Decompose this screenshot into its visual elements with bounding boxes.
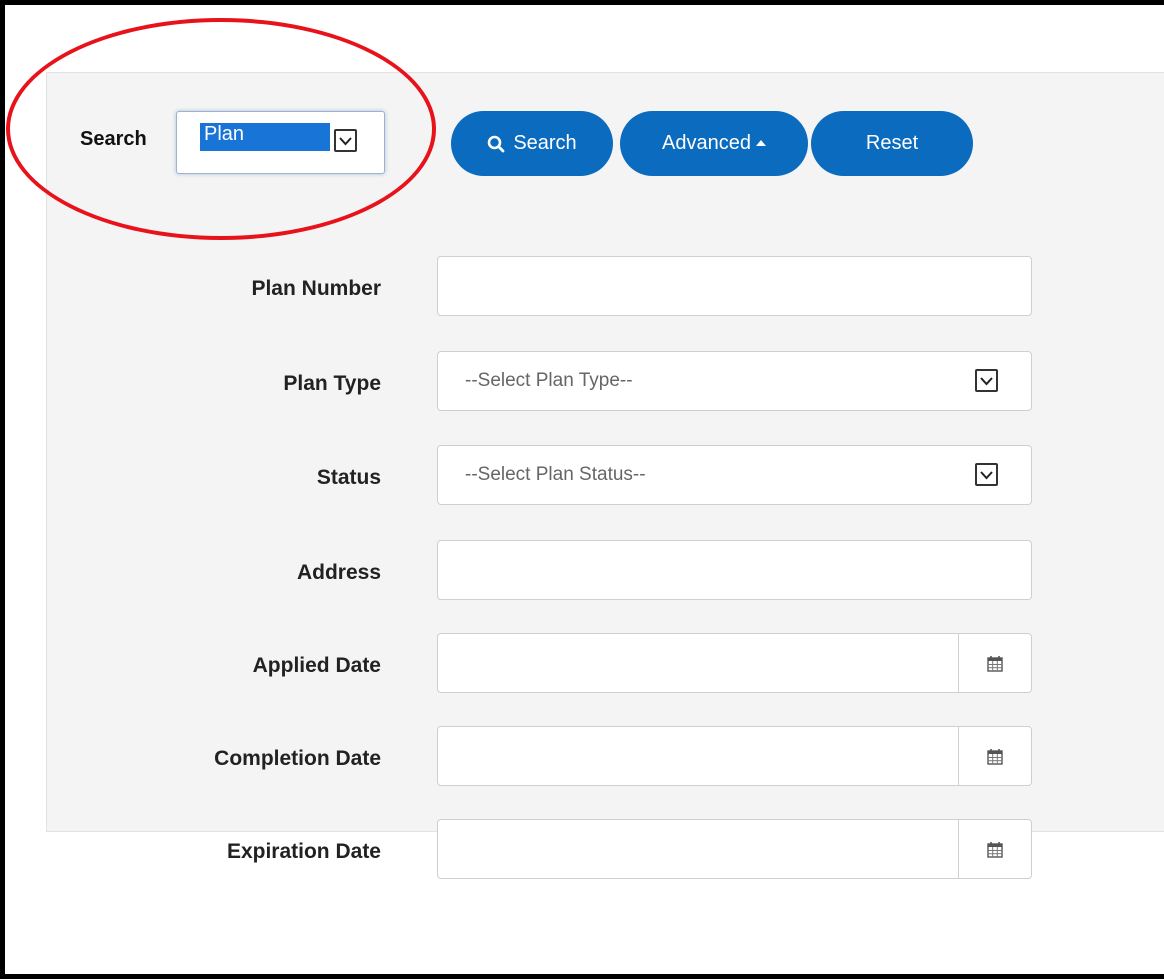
status-label: Status bbox=[316, 466, 381, 489]
plan-number-label: Plan Number bbox=[251, 277, 381, 300]
calendar-icon[interactable] bbox=[958, 634, 1031, 692]
advanced-button-label: Advanced bbox=[662, 132, 751, 154]
annotation-circle bbox=[6, 18, 436, 240]
chevron-down-icon[interactable] bbox=[975, 369, 998, 392]
calendar-icon[interactable] bbox=[958, 727, 1031, 785]
applied-date-input[interactable] bbox=[437, 633, 1032, 693]
caret-up-icon bbox=[755, 139, 766, 146]
plan-type-select[interactable]: --Select Plan Type-- bbox=[437, 351, 1032, 411]
reset-button[interactable]: Reset bbox=[811, 111, 973, 176]
completion-date-input[interactable] bbox=[437, 726, 1032, 786]
plan-number-input[interactable] bbox=[437, 256, 1032, 316]
search-button-label: Search bbox=[513, 132, 577, 154]
advanced-button[interactable]: Advanced bbox=[620, 111, 808, 176]
chevron-down-icon[interactable] bbox=[975, 463, 998, 486]
expiration-date-input[interactable] bbox=[437, 819, 1032, 879]
applied-date-label: Applied Date bbox=[252, 654, 381, 677]
address-input[interactable] bbox=[437, 540, 1032, 600]
status-placeholder: --Select Plan Status-- bbox=[465, 464, 646, 485]
address-label: Address bbox=[296, 561, 381, 584]
plan-type-placeholder: --Select Plan Type-- bbox=[465, 370, 633, 391]
reset-button-label: Reset bbox=[865, 132, 919, 154]
plan-type-label: Plan Type bbox=[283, 372, 381, 395]
expiration-date-label: Expiration Date bbox=[226, 840, 381, 863]
status-select[interactable]: --Select Plan Status-- bbox=[437, 445, 1032, 505]
search-icon bbox=[487, 135, 505, 153]
search-button[interactable]: Search bbox=[451, 111, 613, 176]
completion-date-label: Completion Date bbox=[214, 747, 381, 770]
calendar-icon[interactable] bbox=[958, 820, 1031, 878]
